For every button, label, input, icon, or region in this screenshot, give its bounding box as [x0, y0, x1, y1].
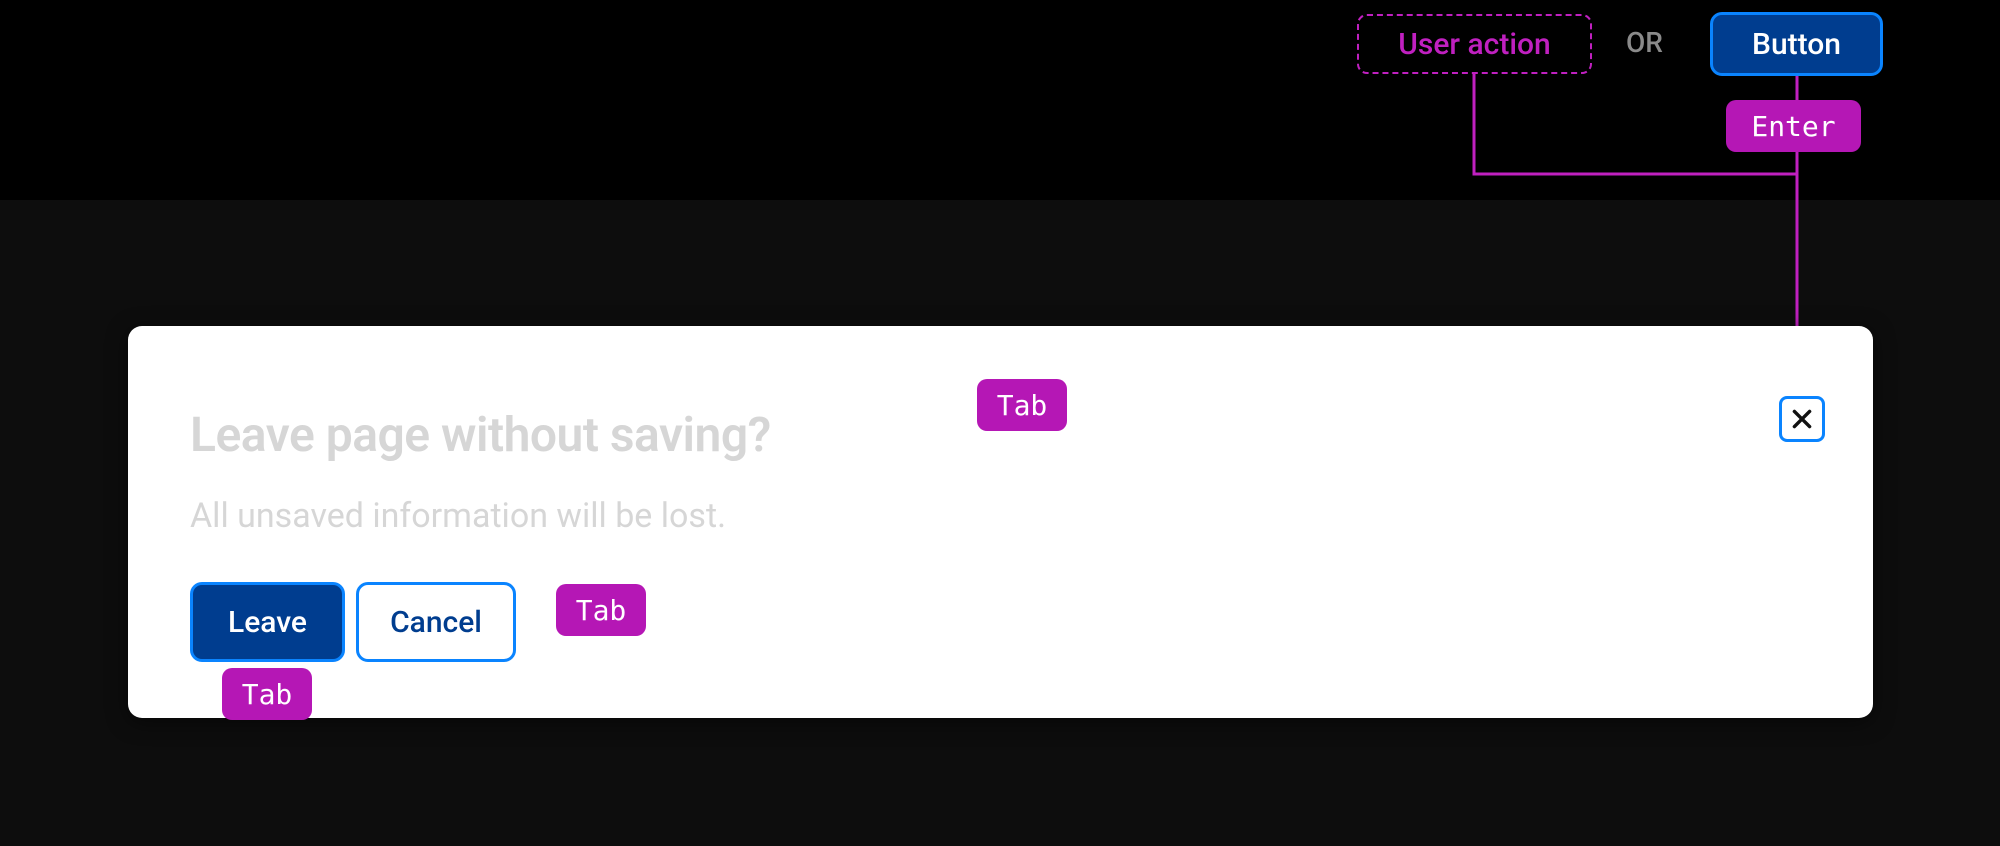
- legend-user-action: User action: [1357, 14, 1592, 74]
- legend-or: OR: [1626, 26, 1663, 59]
- key-tab-3: Tab: [222, 668, 312, 720]
- legend-button[interactable]: Button: [1710, 12, 1883, 76]
- modal-title: Leave page without saving?: [190, 406, 771, 463]
- cancel-button-label: Cancel: [390, 605, 482, 640]
- cancel-button[interactable]: Cancel: [356, 582, 516, 662]
- stage: User action OR Button Enter Leave page w…: [0, 0, 2000, 846]
- legend-button-label: Button: [1752, 27, 1841, 62]
- top-strip: [0, 0, 2000, 200]
- key-enter-label: Enter: [1751, 110, 1835, 143]
- key-tab-2-label: Tab: [576, 594, 627, 627]
- close-icon: [1789, 406, 1815, 432]
- key-tab-3-label: Tab: [242, 678, 293, 711]
- key-tab-2: Tab: [556, 584, 646, 636]
- key-tab-1: Tab: [977, 379, 1067, 431]
- key-enter: Enter: [1726, 100, 1861, 152]
- legend-user-action-label: User action: [1398, 27, 1550, 62]
- modal-subtitle: All unsaved information will be lost.: [190, 496, 726, 536]
- close-button[interactable]: [1779, 396, 1825, 442]
- leave-button[interactable]: Leave: [190, 582, 345, 662]
- leave-button-label: Leave: [228, 605, 307, 640]
- key-tab-1-label: Tab: [997, 389, 1048, 422]
